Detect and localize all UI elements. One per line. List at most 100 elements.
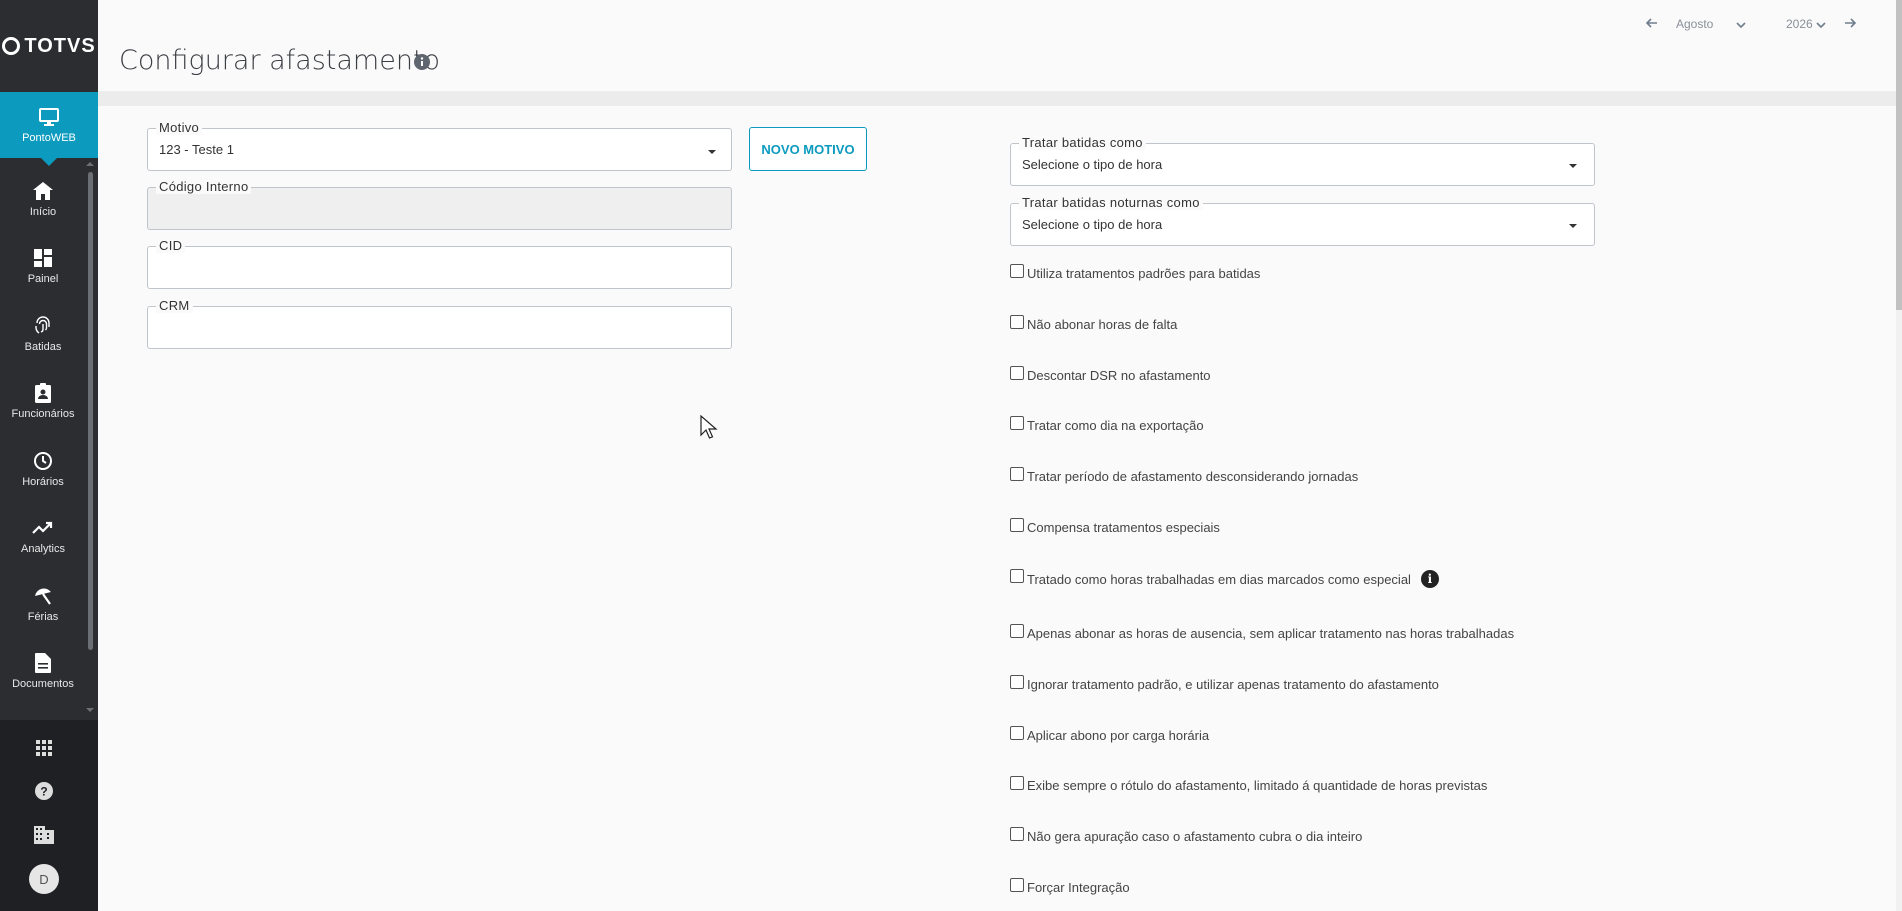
sidebar-item-label: Início <box>29 205 57 218</box>
totvs-logo-mark-icon <box>2 37 21 55</box>
trending-up-icon <box>32 517 54 539</box>
sidebar-item-funcionarios[interactable]: Funcionários <box>0 368 86 436</box>
caret-down-icon <box>1569 164 1577 168</box>
sidebar-scroll-down-arrow[interactable] <box>86 708 94 712</box>
sidebar-item-label: Horários <box>22 475 64 488</box>
sidebar-footer: ? D <box>0 720 98 911</box>
checkbox-row[interactable]: Exibe sempre o rótulo do afastamento, li… <box>1010 775 1488 793</box>
chevron-down-icon[interactable] <box>1736 17 1752 31</box>
sidebar-scroll-up-arrow[interactable] <box>86 162 94 166</box>
sidebar-item-label: Funcionários <box>11 408 75 421</box>
checkbox-label: Forçar Integração <box>1027 880 1130 895</box>
sidebar-item-label: Férias <box>27 610 59 623</box>
crm-field[interactable]: CRM <box>147 298 732 349</box>
caret-down-icon <box>708 150 716 154</box>
sidebar-item-label: Painel <box>27 273 59 286</box>
apps-grid-icon[interactable] <box>33 737 55 759</box>
checkbox-label: Descontar DSR no afastamento <box>1027 368 1211 383</box>
checkbox[interactable] <box>1010 775 1024 790</box>
checkbox-row[interactable]: Tratar período de afastamento desconside… <box>1010 466 1359 484</box>
codigo-interno-label: Código Interno <box>156 179 252 194</box>
sidebar-item-painel[interactable]: Painel <box>0 233 86 301</box>
sidebar-item-pontoweb[interactable]: PontoWEB <box>0 92 98 166</box>
next-month-arrow-icon[interactable] <box>1844 17 1860 31</box>
checkbox[interactable] <box>1010 623 1024 638</box>
checkbox-label: Não gera apuração caso o afastamento cub… <box>1027 829 1363 844</box>
checkbox[interactable] <box>1010 674 1024 689</box>
checkbox-row[interactable]: Aplicar abono por carga horária <box>1010 725 1210 743</box>
checkbox-row[interactable]: Não gera apuração caso o afastamento cub… <box>1010 826 1363 844</box>
app-root: TOTVS PontoWEB Início Painel Batidas Fun… <box>0 0 1902 911</box>
page-title: Configurar afastamento <box>119 45 441 76</box>
building-icon[interactable] <box>33 824 55 846</box>
info-icon[interactable] <box>414 54 430 75</box>
monitor-icon <box>38 106 60 128</box>
previous-month-arrow-icon[interactable] <box>1645 17 1662 31</box>
sidebar: TOTVS PontoWEB Início Painel Batidas Fun… <box>0 0 98 911</box>
sidebar-item-inicio[interactable]: Início <box>0 165 86 233</box>
year-select[interactable]: 2026 <box>1786 17 1816 31</box>
checkbox-label: Ignorar tratamento padrão, e utilizar ap… <box>1027 677 1439 692</box>
sidebar-item-batidas[interactable]: Batidas <box>0 300 86 368</box>
checkbox[interactable] <box>1010 877 1024 892</box>
codigo-interno-field: Código Interno <box>147 179 732 230</box>
tratar-noturnas-select[interactable]: Tratar batidas noturnas como Selecione o… <box>1010 195 1595 246</box>
month-navigator: Agosto 2026 <box>1645 17 1860 31</box>
month-select[interactable]: Agosto <box>1676 17 1736 31</box>
sidebar-item-documentos[interactable]: Documentos <box>0 638 86 706</box>
crm-label: CRM <box>156 298 193 313</box>
chevron-down-icon[interactable] <box>1816 17 1832 31</box>
sidebar-item-ferias[interactable]: Férias <box>0 570 86 638</box>
checkbox-row[interactable]: Apenas abonar as horas de ausencia, sem … <box>1010 623 1514 641</box>
svg-text:?: ? <box>40 785 47 799</box>
checkbox[interactable] <box>1010 263 1024 278</box>
cid-field[interactable]: CID <box>147 238 732 289</box>
checkbox[interactable] <box>1010 466 1024 481</box>
checkbox-label: Exibe sempre o rótulo do afastamento, li… <box>1027 778 1488 793</box>
checkbox-label: Tratar período de afastamento desconside… <box>1027 469 1359 484</box>
checkbox-label: Compensa tratamentos especiais <box>1027 520 1220 535</box>
tratar-batidas-select[interactable]: Tratar batidas como Selecione o tipo de … <box>1010 135 1595 186</box>
checkbox-row[interactable]: Ignorar tratamento padrão, e utilizar ap… <box>1010 674 1439 692</box>
sidebar-item-horarios[interactable]: Horários <box>0 435 86 503</box>
checkbox[interactable] <box>1010 365 1024 380</box>
caret-down-icon <box>1569 224 1577 228</box>
page-scrollbar-thumb[interactable] <box>1896 0 1902 310</box>
clock-icon <box>32 450 54 472</box>
checkbox-row[interactable]: Tratado como horas trabalhadas em dias m… <box>1010 569 1439 588</box>
avatar[interactable]: D <box>29 864 59 894</box>
novo-motivo-button[interactable]: NOVO MOTIVO <box>749 127 867 171</box>
checkbox[interactable] <box>1010 517 1024 532</box>
checkbox[interactable] <box>1010 314 1024 329</box>
clipboard-user-icon <box>32 382 54 404</box>
sidebar-scrollbar[interactable] <box>88 172 93 650</box>
checkbox-label: Aplicar abono por carga horária <box>1027 728 1210 743</box>
checkbox-row[interactable]: Utiliza tratamentos padrões para batidas <box>1010 263 1261 281</box>
checkbox-row[interactable]: Tratar como dia na exportação <box>1010 415 1204 433</box>
checkbox-row[interactable]: Descontar DSR no afastamento <box>1010 365 1211 383</box>
sidebar-item-label: PontoWEB <box>22 132 76 144</box>
totvs-logo[interactable]: TOTVS <box>0 0 98 92</box>
checkbox-label: Utiliza tratamentos padrões para batidas <box>1027 266 1261 281</box>
beach-umbrella-icon <box>32 585 54 607</box>
document-icon <box>32 652 54 674</box>
help-icon[interactable]: ? <box>33 780 55 802</box>
sidebar-nav: Início Painel Batidas Funcionários Horár… <box>0 165 86 705</box>
mouse-pointer-icon <box>700 414 718 446</box>
info-icon[interactable]: i <box>1420 570 1439 588</box>
motivo-value: 123 - Teste 1 <box>159 142 234 157</box>
checkbox[interactable] <box>1010 725 1024 740</box>
sidebar-item-label: Analytics <box>20 543 66 556</box>
sidebar-item-analytics[interactable]: Analytics <box>0 503 86 571</box>
tratar-noturnas-placeholder: Selecione o tipo de hora <box>1022 217 1163 232</box>
motivo-select[interactable]: Motivo 123 - Teste 1 <box>147 120 732 171</box>
checkbox-row[interactable]: Compensa tratamentos especiais <box>1010 517 1220 535</box>
checkbox-row[interactable]: Não abonar horas de falta <box>1010 314 1177 332</box>
checkbox[interactable] <box>1010 415 1024 430</box>
checkbox-row[interactable]: Forçar Integração <box>1010 877 1130 895</box>
logo-text: TOTVS <box>24 34 96 57</box>
checkbox-label: Tratar como dia na exportação <box>1027 418 1204 433</box>
checkbox[interactable] <box>1010 826 1024 841</box>
checkbox[interactable] <box>1010 569 1024 583</box>
fingerprint-icon <box>32 315 54 337</box>
